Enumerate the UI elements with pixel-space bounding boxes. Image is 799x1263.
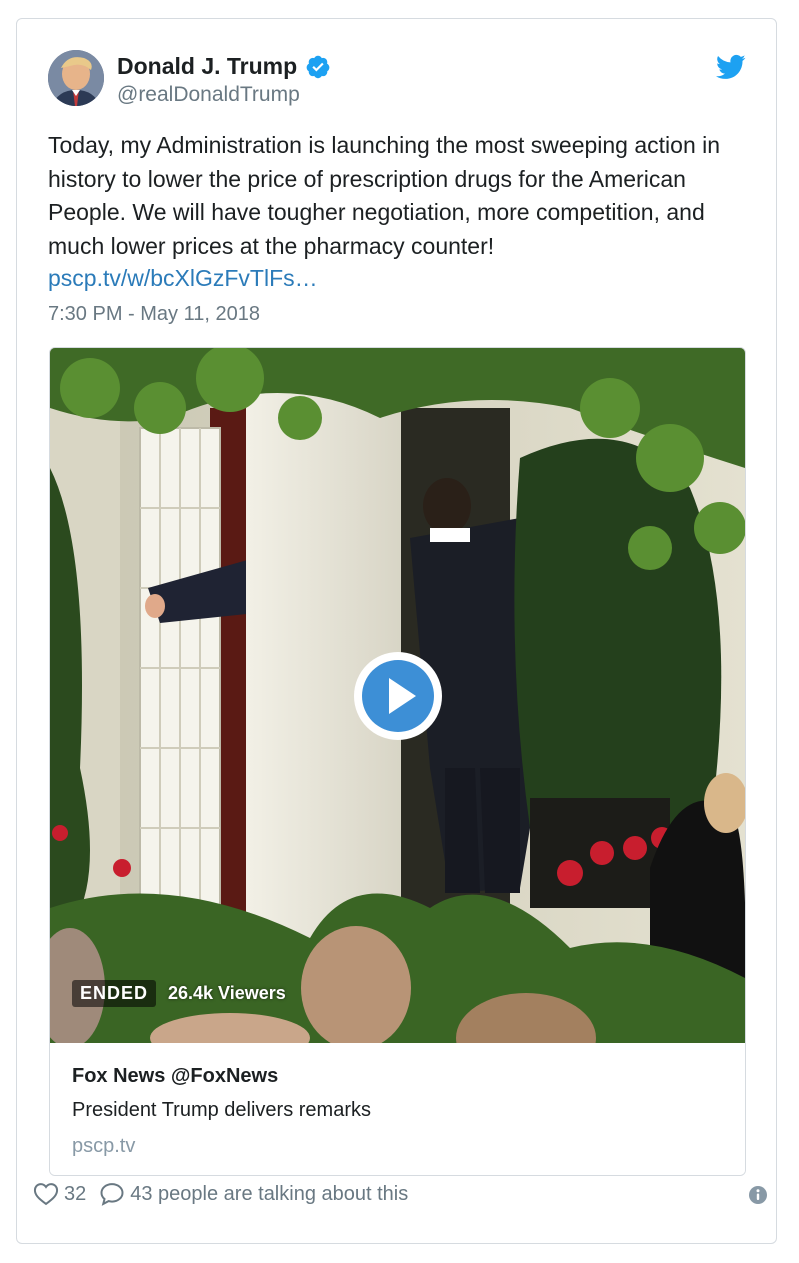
tweet-link[interactable]: pscp.tv/w/bcXlGzFvTlFs…	[48, 265, 318, 292]
tweet-actions: 32 43 people are talking about this	[32, 1178, 408, 1210]
broadcast-status: ENDED 26.4k Viewers	[72, 980, 286, 1007]
heart-icon[interactable]	[32, 1180, 60, 1208]
play-icon[interactable]	[352, 650, 444, 742]
author-handle[interactable]: @realDonaldTrump	[117, 83, 300, 107]
media-title: President Trump delivers remarks	[72, 1099, 371, 1121]
media-card[interactable]: ENDED 26.4k Viewers Fox News @FoxNews Pr…	[49, 347, 746, 1176]
viewer-count: 26.4k Viewers	[168, 983, 286, 1003]
media-source: Fox News @FoxNews	[72, 1065, 279, 1087]
info-icon[interactable]	[748, 1185, 768, 1205]
like-count[interactable]: 32	[64, 1183, 86, 1206]
conversation-count[interactable]: 43 people are talking about this	[130, 1183, 408, 1206]
verified-badge-icon	[306, 55, 330, 78]
author-name[interactable]: Donald J. Trump	[117, 53, 297, 80]
media-meta[interactable]: Fox News @FoxNews President Trump delive…	[50, 1043, 745, 1175]
tweet-text: Today, my Administration is launching th…	[48, 132, 721, 259]
tweet-timestamp[interactable]: 7:30 PM - May 11, 2018	[48, 303, 260, 326]
tweet-card: Donald J. Trump @realDonaldTrump Today, …	[16, 18, 777, 1244]
twitter-bird-icon[interactable]	[716, 52, 746, 82]
video-player[interactable]: ENDED 26.4k Viewers	[50, 348, 745, 1043]
ended-badge: ENDED	[72, 980, 157, 1007]
speech-bubble-icon[interactable]	[98, 1180, 126, 1208]
avatar[interactable]	[48, 50, 104, 106]
media-domain: pscp.tv	[72, 1135, 136, 1157]
author-name-row: Donald J. Trump	[117, 53, 331, 80]
